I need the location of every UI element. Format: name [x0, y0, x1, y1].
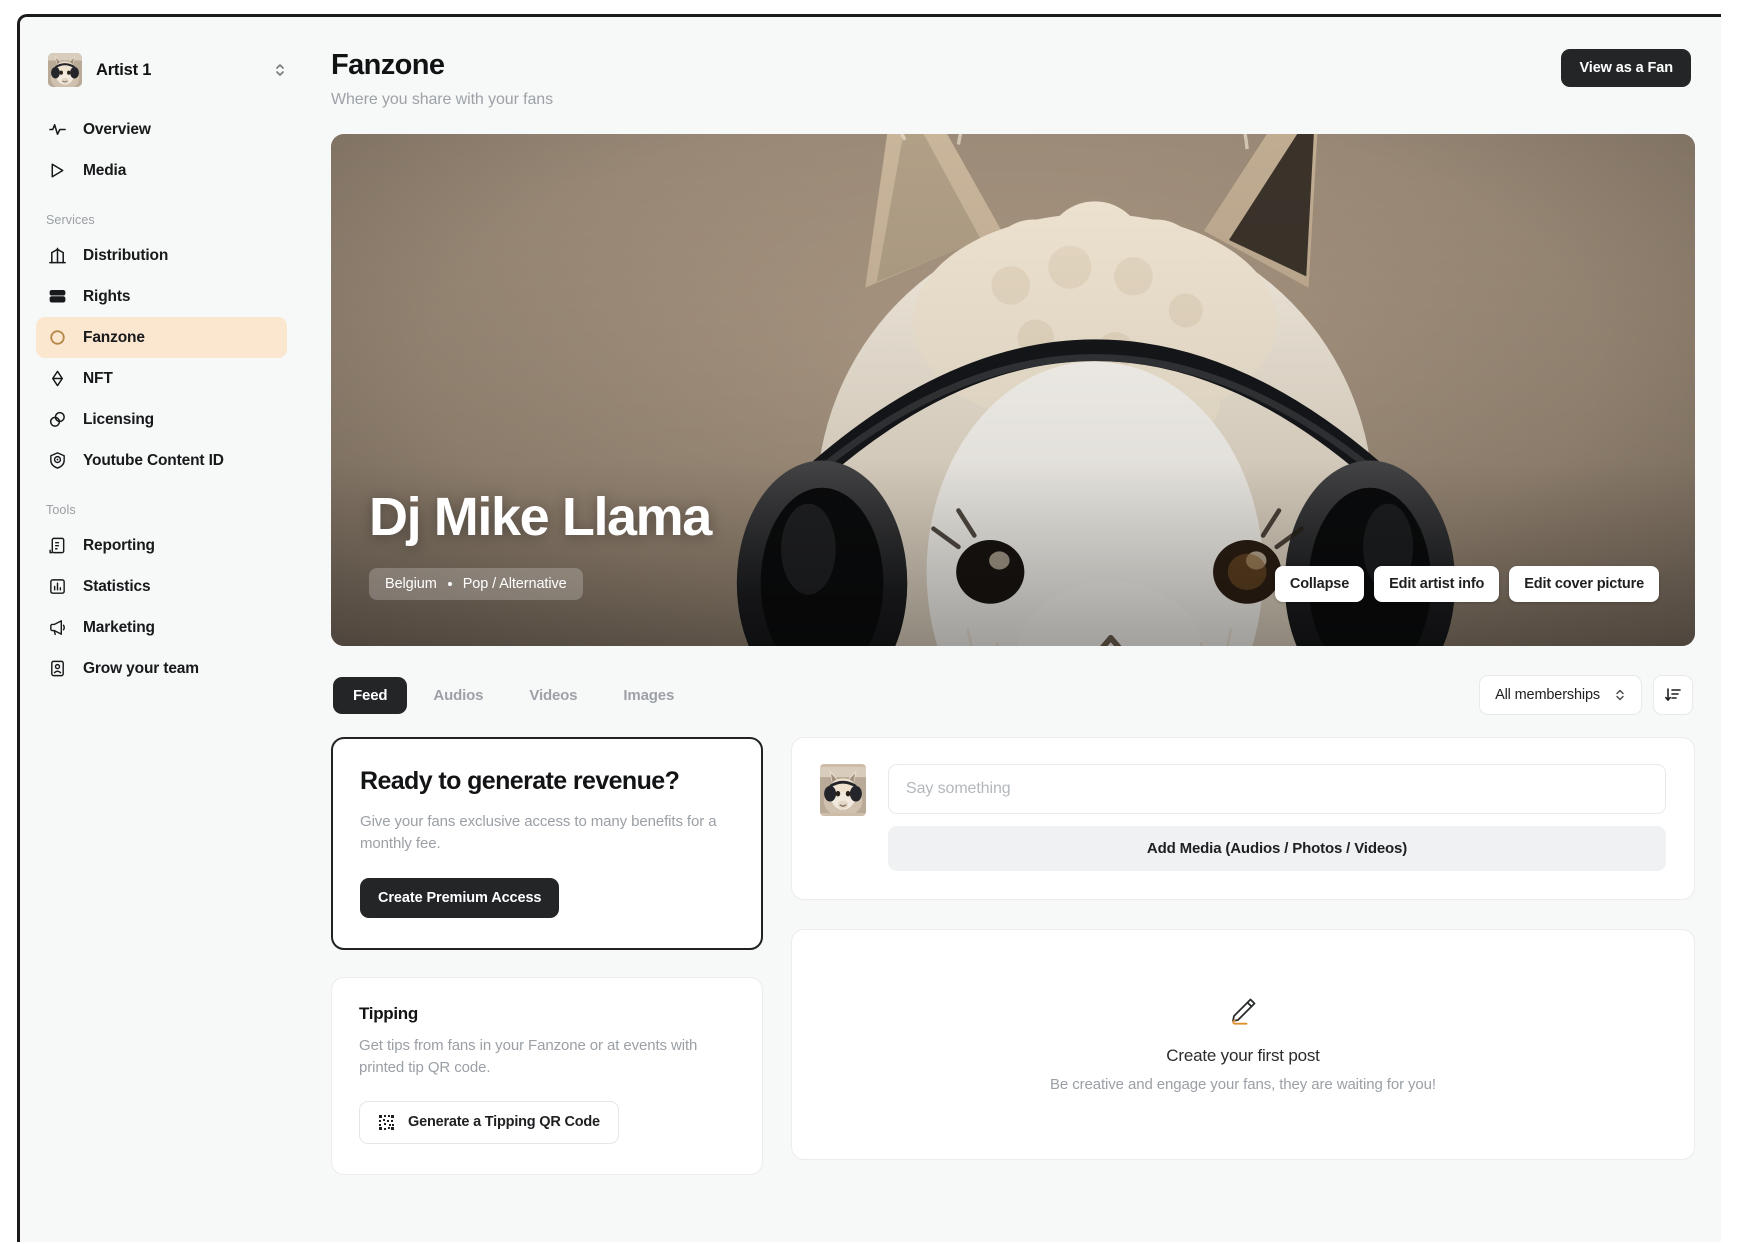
sidebar-item-label: NFT: [83, 369, 113, 387]
right-column: Add Media (Audios / Photos / Videos) Cre…: [791, 737, 1695, 1175]
content-filters: All memberships: [1479, 675, 1693, 715]
membership-filter-value: All memberships: [1495, 687, 1600, 703]
main-content: Fanzone Where you share with your fans V…: [313, 17, 1721, 1242]
create-premium-access-button[interactable]: Create Premium Access: [360, 877, 560, 918]
artist-name: Dj Mike Llama: [369, 487, 712, 547]
premium-access-promo-card: Ready to generate revenue? Give your fan…: [331, 737, 763, 950]
sidebar-group-label: Services: [46, 213, 95, 227]
generate-tipping-qr-button[interactable]: Generate a Tipping QR Code: [359, 1100, 619, 1144]
sidebar-item-label: Media: [83, 161, 127, 179]
post-composer-card: Add Media (Audios / Photos / Videos): [791, 737, 1695, 900]
promo-body: Give your fans exclusive access to many …: [360, 812, 717, 853]
team-contact-icon: [48, 659, 67, 678]
sidebar-primary-group: Overview Media: [20, 109, 313, 191]
sidebar-group-services: Services Distribution Rights Fanzone NFT…: [20, 213, 313, 481]
sidebar-item-marketing[interactable]: Marketing: [36, 607, 287, 648]
fanzone-circle-icon: [48, 328, 67, 347]
sidebar-item-licensing[interactable]: Licensing: [36, 399, 287, 440]
sidebar-item-label: Marketing: [83, 618, 155, 636]
sidebar-item-distribution[interactable]: Distribution: [36, 235, 287, 276]
artist-country: Belgium: [385, 576, 437, 592]
promo-title: Ready to generate revenue?: [360, 767, 680, 795]
artist-meta-badge: Belgium Pop / Alternative: [369, 568, 583, 600]
tab-videos[interactable]: Videos: [509, 677, 597, 714]
sidebar-item-youtube-content-id[interactable]: Youtube Content ID: [36, 440, 287, 481]
megaphone-icon: [48, 618, 67, 637]
view-as-fan-button[interactable]: View as a Fan: [1561, 49, 1691, 87]
artist-genre: Pop / Alternative: [462, 576, 567, 592]
feed-layout: Ready to generate revenue? Give your fan…: [331, 737, 1695, 1175]
rights-stack-icon: [48, 287, 67, 306]
sidebar-item-label: Grow your team: [83, 659, 199, 677]
composer-body: Add Media (Audios / Photos / Videos): [888, 764, 1666, 871]
youtube-content-id-icon: [48, 451, 67, 470]
tab-images[interactable]: Images: [603, 677, 694, 714]
licensing-rings-icon: [48, 410, 67, 429]
sidebar-item-statistics[interactable]: Statistics: [36, 566, 287, 607]
edit-artist-info-button[interactable]: Edit artist info: [1374, 566, 1500, 602]
artist-cover-banner: Dj Mike Llama Belgium Pop / Alternative …: [331, 134, 1695, 646]
edit-cover-picture-button[interactable]: Edit cover picture: [1509, 566, 1659, 602]
sidebar-item-label: Overview: [83, 120, 151, 138]
artist-switcher-label: Artist 1: [96, 60, 152, 79]
tipping-card: Tipping Get tips from fans in your Fanzo…: [331, 976, 763, 1175]
activity-pulse-icon: [48, 120, 67, 139]
nft-diamond-icon: [48, 369, 67, 388]
chevron-up-down-icon: [273, 60, 287, 80]
empty-state-title: Create your first post: [1166, 1046, 1320, 1065]
sidebar-item-label: Statistics: [83, 577, 151, 595]
page-header-text: Fanzone Where you share with your fans: [331, 49, 553, 109]
sidebar-group-tools: Tools Reporting Statistics Marketing Gro…: [20, 503, 313, 689]
sidebar-item-label: Licensing: [83, 410, 154, 428]
app-window: Artist 1 Overview Media Services Distrib…: [17, 14, 1721, 1242]
say-something-input[interactable]: [888, 764, 1666, 814]
content-toolbar: Feed Audios Videos Images All membership…: [331, 675, 1695, 715]
sidebar-item-grow-your-team[interactable]: Grow your team: [36, 648, 287, 689]
tab-audios[interactable]: Audios: [413, 677, 503, 714]
artist-switcher[interactable]: Artist 1: [42, 47, 295, 93]
sidebar-item-label: Distribution: [83, 246, 169, 264]
page-title: Fanzone: [331, 49, 445, 81]
qr-code-icon: [378, 1114, 395, 1131]
llama-avatar-icon: [820, 764, 866, 816]
llama-avatar-icon: [48, 53, 82, 87]
sidebar-item-label: Reporting: [83, 536, 155, 554]
statistics-bars-icon: [48, 577, 67, 596]
sidebar-group-label: Tools: [46, 503, 76, 517]
sidebar-item-overview[interactable]: Overview: [36, 109, 287, 150]
separator-dot-icon: [447, 582, 452, 586]
tipping-title: Tipping: [359, 1003, 418, 1023]
page-header: Fanzone Where you share with your fans V…: [331, 41, 1695, 109]
membership-filter-select[interactable]: All memberships: [1479, 675, 1642, 715]
play-triangle-icon: [48, 161, 67, 180]
tab-feed[interactable]: Feed: [333, 676, 408, 714]
chevron-up-down-icon: [1614, 687, 1626, 703]
content-tabs: Feed Audios Videos Images: [333, 676, 694, 714]
pencil-write-icon: [1225, 992, 1261, 1028]
sidebar-item-label: Youtube Content ID: [83, 451, 224, 469]
sort-button[interactable]: [1653, 675, 1693, 715]
tipping-body: Get tips from fans in your Fanzone or at…: [359, 1036, 698, 1077]
left-column: Ready to generate revenue? Give your fan…: [331, 737, 763, 1175]
empty-state-subtitle: Be creative and engage your fans, they a…: [1049, 1076, 1436, 1093]
collapse-button[interactable]: Collapse: [1274, 566, 1365, 602]
generate-tipping-qr-label: Generate a Tipping QR Code: [408, 1114, 600, 1130]
reporting-document-icon: [48, 536, 67, 555]
sort-descending-icon: [1664, 686, 1682, 704]
sidebar-item-rights[interactable]: Rights: [36, 276, 287, 317]
empty-feed-state: Create your first post Be creative and e…: [791, 929, 1695, 1160]
page-subtitle: Where you share with your fans: [331, 91, 553, 108]
sidebar-item-media[interactable]: Media: [36, 150, 287, 191]
sidebar-item-label: Fanzone: [83, 328, 145, 346]
sidebar-item-nft[interactable]: NFT: [36, 358, 287, 399]
distribution-icon: [48, 246, 67, 265]
sidebar: Artist 1 Overview Media Services Distrib…: [20, 17, 313, 1242]
add-media-button[interactable]: Add Media (Audios / Photos / Videos): [888, 826, 1666, 871]
sidebar-item-fanzone[interactable]: Fanzone: [36, 317, 287, 358]
sidebar-item-label: Rights: [83, 287, 131, 305]
sidebar-item-reporting[interactable]: Reporting: [36, 525, 287, 566]
cover-actions: Collapse Edit artist info Edit cover pic…: [1274, 566, 1659, 602]
